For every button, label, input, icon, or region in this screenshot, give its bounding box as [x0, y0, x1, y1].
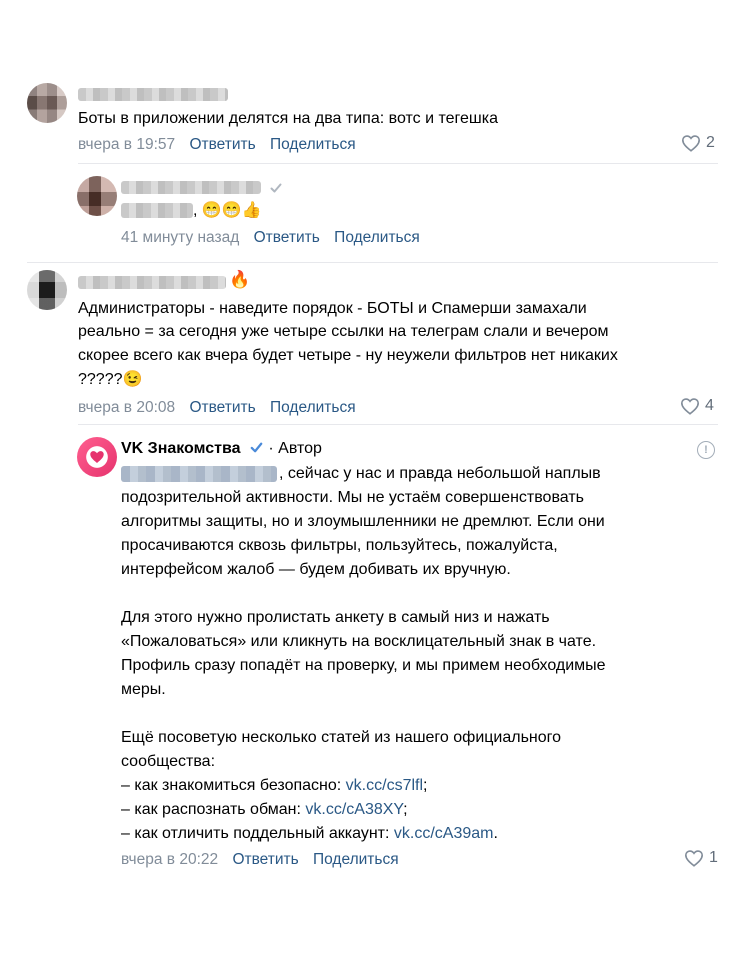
link-suffix: ; [423, 777, 428, 794]
reply-text-line: «Пожаловаться» или кликнуть на восклицат… [121, 633, 597, 650]
author-name-blurred[interactable] [78, 276, 226, 289]
heart-icon [680, 398, 700, 415]
like-button[interactable]: 4 [680, 397, 714, 415]
divider [78, 163, 718, 164]
share-button[interactable]: Поделиться [270, 136, 356, 153]
like-button[interactable]: 2 [681, 134, 715, 152]
avatar[interactable] [27, 83, 67, 123]
author-badge: · Автор [268, 440, 322, 457]
report-icon[interactable]: ! [697, 441, 715, 459]
share-button[interactable]: Поделиться [270, 399, 356, 416]
reply-button[interactable]: Ответить [189, 136, 255, 153]
like-count: 1 [709, 849, 718, 866]
reply-text-line: , сейчас у нас и правда небольшой наплыв [279, 465, 601, 482]
article-link-row: – как знакомиться безопасно: vk.cc/cs7lf… [121, 774, 427, 798]
comment-meta: 41 минуту назад Ответить Поделиться [121, 228, 420, 248]
comment-text-line: скорее всего как вчера будет четыре - ну… [78, 347, 618, 364]
vk-dating-avatar[interactable] [77, 437, 117, 477]
comment-text-line: Администраторы - наведите порядок - БОТЫ… [78, 300, 587, 317]
comment-time[interactable]: вчера в 19:57 [78, 136, 175, 153]
reply-text-line: меры. [121, 681, 166, 698]
link-prefix: – как знакомиться безопасно: [121, 777, 346, 794]
link-suffix: ; [403, 801, 408, 818]
link-prefix: – как отличить поддельный аккаунт: [121, 825, 394, 842]
article-link-row: – как распознать обман: vk.cc/cA38XY; [121, 798, 408, 822]
comment-meta: вчера в 19:57 Ответить Поделиться [78, 135, 356, 155]
comment-text: , 😁😁👍 [193, 202, 262, 219]
comment-time[interactable]: 41 минуту назад [121, 229, 239, 246]
reply-text-line: интерфейсом жалоб — будем добивать их вр… [121, 561, 511, 578]
link-suffix: . [493, 825, 498, 842]
reply-button[interactable]: Ответить [189, 399, 255, 416]
author-name[interactable]: VK Знакомства · Автор [121, 440, 322, 458]
reply-button[interactable]: Ответить [254, 229, 320, 246]
reply-text-line: Ещё посоветую несколько статей из нашего… [121, 729, 562, 746]
article-link-row: – как отличить поддельный аккаунт: vk.cc… [121, 822, 498, 846]
like-button[interactable]: 1 [684, 849, 718, 867]
heart-icon [681, 135, 701, 152]
divider [78, 424, 718, 425]
reply-button[interactable]: Ответить [232, 851, 298, 868]
share-button[interactable]: Поделиться [313, 851, 399, 868]
reply-text-line: алгоритмы защиты, но и злоумышленники не… [121, 513, 605, 530]
reply-text-line: просачиваются сквозь фильтры, пользуйтес… [121, 537, 558, 554]
comment-text-line: реально = за сегодня уже четыре ссылки н… [78, 323, 609, 340]
checkmark-icon [270, 183, 282, 193]
like-count: 2 [706, 134, 715, 151]
link-prefix: – как распознать обман: [121, 801, 306, 818]
heart-logo-icon [86, 446, 108, 468]
like-count: 4 [705, 397, 714, 414]
share-button[interactable]: Поделиться [334, 229, 420, 246]
article-link[interactable]: vk.cc/cs7lfl [346, 777, 423, 794]
fire-emoji: 🔥 [229, 270, 251, 289]
author-name-blurred[interactable] [121, 181, 261, 194]
comment-text-line: ?????😉 [78, 371, 143, 388]
reply-text-line: сообщества: [121, 753, 216, 770]
heart-icon [684, 850, 704, 867]
mention-blurred[interactable] [121, 203, 193, 218]
comment-meta: вчера в 20:08 Ответить Поделиться [78, 398, 356, 418]
author-name-text[interactable]: VK Знакомства [121, 440, 241, 457]
avatar[interactable] [27, 270, 67, 310]
comment-time[interactable]: вчера в 20:22 [121, 851, 218, 868]
comment-meta: вчера в 20:22 Ответить Поделиться [121, 850, 399, 870]
comment-time[interactable]: вчера в 20:08 [78, 399, 175, 416]
article-link[interactable]: vk.cc/cA38XY [305, 801, 403, 818]
avatar[interactable] [77, 176, 117, 216]
comment-text: Боты в приложении делятся на два типа: в… [78, 110, 498, 127]
article-link[interactable]: vk.cc/cA39am [394, 825, 494, 842]
divider [27, 262, 718, 263]
mention-blurred[interactable] [121, 466, 277, 482]
reply-text-line: Для этого нужно пролистать анкету в самы… [121, 609, 550, 626]
verified-icon [250, 442, 263, 453]
author-name-blurred[interactable] [78, 88, 228, 101]
reply-text-line: подозрительной активности. Мы не устаём … [121, 489, 584, 506]
reply-text-line: Профиль сразу попадёт на проверку, и мы … [121, 657, 606, 674]
